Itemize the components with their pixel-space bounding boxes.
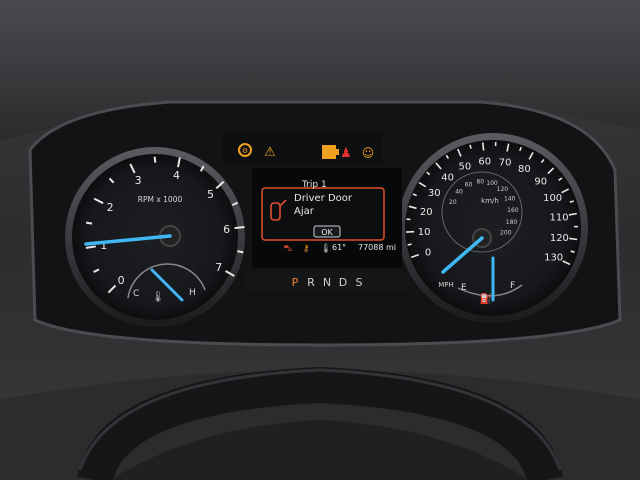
message-line-2: Ajar: [294, 206, 315, 217]
mph-tick-label: 120: [550, 233, 569, 244]
tachometer-tick-label: 7: [215, 261, 222, 274]
seatbelt-warning-icon: ♟: [340, 146, 352, 161]
temp-cold-label: C: [133, 289, 139, 299]
traction-control-symbol: ⚙: [242, 147, 248, 155]
status-icons-row: ⛍ ⚷ 🌡: [283, 243, 331, 254]
mph-tick-label: 90: [534, 177, 547, 188]
tachometer-label: RPM x 1000: [138, 195, 183, 204]
tachometer: RPM x 1000 0123 4567 C H 🌡: [65, 147, 245, 327]
gear-option-p: P: [292, 276, 299, 289]
key-icon: ⚷: [303, 244, 310, 254]
tachometer-tick: [85, 221, 93, 225]
mph-tick-label: 0: [425, 247, 431, 258]
cruise-icon: ⛍: [283, 244, 292, 254]
gear-option-r: R: [307, 276, 315, 289]
tachometer-tick-label: 5: [207, 188, 214, 201]
tachometer-tick-label: 0: [118, 274, 125, 287]
mph-tick-label: 50: [459, 162, 472, 173]
kmh-tick-label: 20: [449, 199, 457, 206]
fuel-pump-icon: ⛽: [480, 292, 492, 305]
tachometer-tick-label: 4: [173, 169, 180, 182]
message-line-1: Driver Door: [294, 193, 353, 204]
mph-tick-label: 80: [518, 164, 531, 175]
tachometer-tick-label: 3: [135, 174, 142, 187]
fuel-empty-label: E: [461, 283, 467, 293]
kmh-tick-label: 80: [476, 179, 484, 186]
tachometer-tick: [234, 226, 245, 230]
kmh-tick-label: 180: [506, 219, 518, 226]
instrument-cluster-photo: RPM x 1000 0123 4567 C H 🌡 01020304050 60 7…: [0, 0, 640, 480]
odometer: 77088 mi: [358, 243, 396, 252]
center-display: Trip 1 Driver Door Ajar OK ⛍ ⚷ 🌡 61° 770…: [252, 168, 402, 268]
speedometer-tick: [407, 243, 412, 246]
thermometer-icon: 🌡: [320, 243, 331, 254]
ok-button-label: OK: [321, 228, 333, 237]
gear-option-n: N: [323, 276, 331, 289]
stability-control-icon: ⚠: [264, 145, 276, 160]
speedometer-tick: [481, 142, 485, 151]
temp-hot-label: H: [189, 288, 196, 298]
kmh-unit-label: km/h: [481, 197, 499, 205]
kmh-tick-label: 40: [455, 189, 463, 196]
kmh-tick-label: 160: [507, 207, 519, 214]
warning-lights: ⚙ ⚠ ♟ ☺: [222, 132, 382, 164]
display-title: Trip 1: [301, 180, 327, 190]
tachometer-tick: [153, 156, 157, 163]
kmh-tick-label: 60: [465, 182, 473, 189]
mph-tick-label: 130: [544, 253, 563, 264]
mph-tick-label: 110: [549, 213, 568, 224]
kmh-tick-label: 120: [497, 186, 509, 193]
mph-tick-label: 100: [543, 193, 562, 204]
speedometer: 01020304050 60 708090100110120130 204060 80…: [398, 133, 588, 323]
mph-unit-label: MPH: [438, 281, 454, 289]
mph-tick-label: 30: [428, 188, 441, 199]
coolant-temp-icon: 🌡: [152, 291, 165, 303]
gear-option-d: D: [339, 276, 347, 289]
tachometer-tick-label: 6: [223, 223, 230, 236]
tachometer-tick: [237, 250, 244, 254]
fuel-full-label: F: [510, 281, 515, 291]
mph-tick-label: 70: [499, 157, 512, 168]
mph-tick-label: 20: [420, 207, 433, 218]
mph-tick-label: 40: [441, 173, 454, 184]
outside-temperature: 61°: [332, 243, 346, 252]
gear-option-s: S: [356, 276, 363, 289]
speedometer-tick: [469, 144, 472, 149]
speedometer-tick: [569, 237, 578, 241]
speedometer-tick: [570, 250, 575, 253]
mph-tick-label: 10: [418, 227, 431, 238]
mph-tick-label: 60: [478, 156, 491, 167]
tachometer-tick-label: 2: [107, 201, 114, 214]
kmh-tick-label: 200: [500, 229, 512, 236]
kmh-tick-label: 140: [504, 196, 516, 203]
gear-indicator: PRNDS: [245, 272, 410, 290]
airbag-warning-icon: ☺: [362, 146, 375, 160]
